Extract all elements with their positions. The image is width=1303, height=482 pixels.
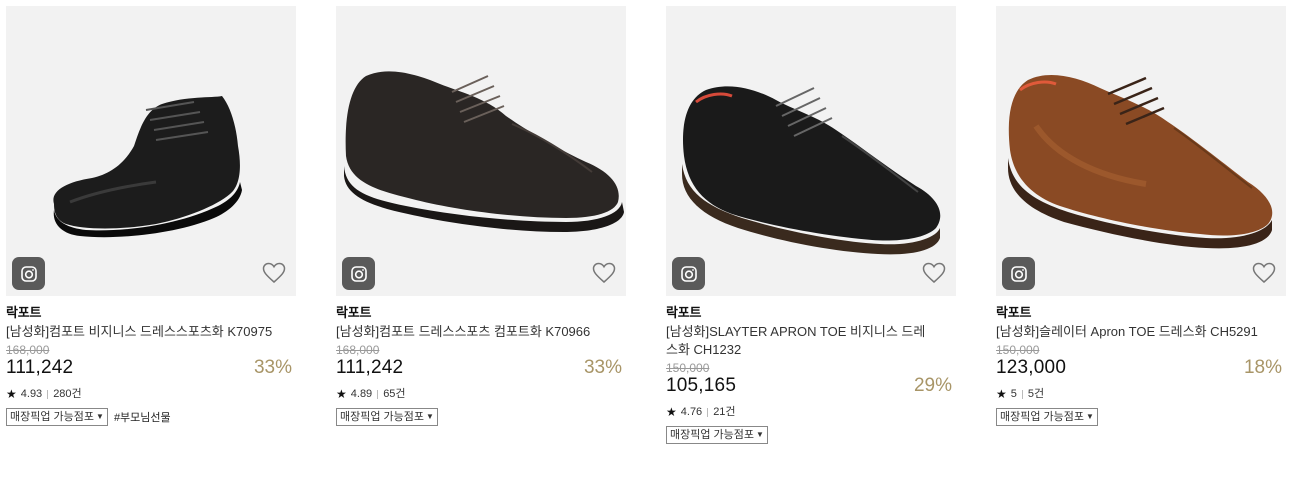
product-card[interactable]: 락포트 [남성화]컴포트 비지니스 드레스스포츠화 K70975 168,000… [6, 6, 298, 426]
dropdown-arrow-icon: ▼ [426, 412, 434, 421]
store-pickup-dropdown[interactable]: 매장픽업 가능점포 ▼ [336, 408, 438, 426]
star-icon: ★ [996, 387, 1007, 401]
star-icon: ★ [666, 405, 677, 419]
rating-value: 5 [1010, 388, 1017, 400]
store-pickup-label: 매장픽업 가능점포 [10, 411, 95, 423]
rating-value: 4.93 [20, 388, 43, 400]
divider [377, 389, 379, 399]
hashtag[interactable]: #부모님선물 [114, 409, 171, 425]
product-info: 락포트 [남성화]슬레이터 Apron TOE 드레스화 CH5291 150,… [996, 296, 1288, 426]
sale-price: 105,165 [666, 375, 737, 396]
sale-price: 123,000 [996, 357, 1067, 378]
shoe-image [1008, 74, 1273, 249]
product-image[interactable] [666, 6, 956, 296]
divider [707, 407, 709, 417]
dropdown-arrow-icon: ▼ [96, 412, 104, 421]
rating-row: ★ 4.89 65건 [336, 387, 628, 401]
rating-value: 4.76 [680, 406, 703, 418]
sale-price: 111,242 [336, 357, 404, 378]
shoe-image [53, 96, 242, 238]
product-grid: 락포트 [남성화]컴포트 비지니스 드레스스포츠화 K70975 168,000… [0, 0, 1303, 482]
rating-row: ★ 5 5건 [996, 387, 1288, 401]
price-row: 105,165 29% [666, 375, 958, 399]
review-count[interactable]: 65건 [383, 387, 405, 401]
dropdown-arrow-icon: ▼ [756, 430, 764, 439]
shoe-image [682, 86, 941, 255]
brand-name[interactable]: 락포트 [666, 304, 958, 321]
original-price: 168,000 [6, 343, 50, 357]
price-row: 111,242 33% [336, 357, 628, 381]
divider [47, 389, 49, 399]
camera-icon[interactable] [672, 257, 705, 290]
product-info: 락포트 [남성화]컴포트 드레스스포츠 컴포트화 K70966 168,000 … [336, 296, 628, 426]
discount-rate: 33% [583, 357, 622, 378]
discount-rate: 18% [1243, 357, 1282, 378]
review-count[interactable]: 280건 [53, 387, 81, 401]
heart-icon[interactable] [262, 262, 286, 284]
discount-rate: 33% [253, 357, 292, 378]
sale-price: 111,242 [6, 357, 74, 378]
product-image[interactable] [336, 6, 626, 296]
original-price: 150,000 [996, 343, 1040, 357]
tag-row: 매장픽업 가능점포 ▼ [996, 408, 1288, 426]
product-card[interactable]: 락포트 [남성화]슬레이터 Apron TOE 드레스화 CH5291 150,… [996, 6, 1288, 426]
rating-row: ★ 4.93 280건 [6, 387, 298, 401]
brand-name[interactable]: 락포트 [6, 304, 298, 321]
store-pickup-label: 매장픽업 가능점포 [1000, 411, 1085, 423]
discount-rate: 29% [913, 375, 952, 396]
product-name[interactable]: [남성화]SLAYTER APRON TOE 비지니스 드레스화 CH1232 [666, 323, 936, 359]
review-count[interactable]: 5건 [1028, 387, 1044, 401]
price-row: 111,242 33% [6, 357, 298, 381]
heart-icon[interactable] [592, 262, 616, 284]
product-name[interactable]: [남성화]슬레이터 Apron TOE 드레스화 CH5291 [996, 323, 1266, 341]
review-count[interactable]: 21건 [713, 405, 735, 419]
store-pickup-dropdown[interactable]: 매장픽업 가능점포 ▼ [6, 408, 108, 426]
product-info: 락포트 [남성화]컴포트 비지니스 드레스스포츠화 K70975 168,000… [6, 296, 298, 426]
store-pickup-label: 매장픽업 가능점포 [670, 429, 755, 441]
product-card[interactable]: 락포트 [남성화]컴포트 드레스스포츠 컴포트화 K70966 168,000 … [336, 6, 628, 426]
star-icon: ★ [6, 387, 17, 401]
brand-name[interactable]: 락포트 [996, 304, 1288, 321]
rating-value: 4.89 [350, 388, 373, 400]
camera-icon[interactable] [342, 257, 375, 290]
shoe-image [344, 71, 624, 232]
original-price: 168,000 [336, 343, 380, 357]
store-pickup-dropdown[interactable]: 매장픽업 가능점포 ▼ [666, 426, 768, 444]
product-card[interactable]: 락포트 [남성화]SLAYTER APRON TOE 비지니스 드레스화 CH1… [666, 6, 958, 444]
tag-row: 매장픽업 가능점포 ▼ [666, 426, 958, 444]
original-price: 150,000 [666, 361, 710, 375]
product-image[interactable] [6, 6, 296, 296]
store-pickup-dropdown[interactable]: 매장픽업 가능점포 ▼ [996, 408, 1098, 426]
product-info: 락포트 [남성화]SLAYTER APRON TOE 비지니스 드레스화 CH1… [666, 296, 958, 444]
tag-row: 매장픽업 가능점포 ▼ [336, 408, 628, 426]
product-name[interactable]: [남성화]컴포트 드레스스포츠 컴포트화 K70966 [336, 323, 606, 341]
heart-icon[interactable] [922, 262, 946, 284]
tag-row: 매장픽업 가능점포 ▼ #부모님선물 [6, 408, 298, 426]
brand-name[interactable]: 락포트 [336, 304, 628, 321]
product-image[interactable] [996, 6, 1286, 296]
camera-icon[interactable] [1002, 257, 1035, 290]
heart-icon[interactable] [1252, 262, 1276, 284]
camera-icon[interactable] [12, 257, 45, 290]
rating-row: ★ 4.76 21건 [666, 405, 958, 419]
price-row: 123,000 18% [996, 357, 1288, 381]
dropdown-arrow-icon: ▼ [1086, 412, 1094, 421]
store-pickup-label: 매장픽업 가능점포 [340, 411, 425, 423]
product-name[interactable]: [남성화]컴포트 비지니스 드레스스포츠화 K70975 [6, 323, 276, 341]
star-icon: ★ [336, 387, 347, 401]
divider [1021, 389, 1023, 399]
